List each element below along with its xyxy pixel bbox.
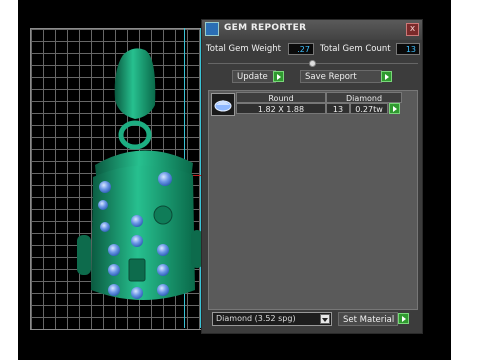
panel-title: GEM REPORTER bbox=[224, 23, 307, 33]
material-select[interactable]: Diamond (3.52 spg) bbox=[212, 312, 332, 326]
center-plate bbox=[128, 258, 146, 282]
title-bar[interactable]: GEM REPORTER x bbox=[202, 20, 422, 40]
gem-table: Round Diamond 1.82 X 1.88 13 0.27tw bbox=[208, 90, 418, 310]
save-report-go-icon[interactable] bbox=[381, 71, 392, 82]
splitter-handle[interactable] bbox=[309, 60, 316, 67]
left-handle bbox=[77, 235, 91, 275]
update-button[interactable]: Update bbox=[232, 70, 276, 83]
total-gem-count-value: 13 bbox=[396, 43, 420, 55]
app-icon bbox=[205, 22, 219, 36]
jump-ring bbox=[118, 120, 152, 150]
update-go-icon[interactable] bbox=[273, 71, 284, 82]
total-gem-count-label: Total Gem Count bbox=[320, 44, 391, 54]
gem bbox=[157, 284, 169, 296]
set-material-button[interactable]: Set Material bbox=[338, 312, 398, 326]
gem bbox=[158, 172, 172, 186]
column-header-shape: Round bbox=[236, 92, 326, 103]
gem bbox=[131, 235, 143, 247]
gem bbox=[157, 264, 169, 276]
gem bbox=[108, 244, 120, 256]
save-report-label: Save Report bbox=[305, 72, 357, 82]
gem bbox=[99, 181, 111, 193]
total-gem-weight-value: .27 bbox=[288, 43, 314, 55]
row-count-cell: 13 bbox=[326, 103, 350, 114]
bail bbox=[114, 48, 156, 120]
total-gem-weight-label: Total Gem Weight bbox=[206, 44, 281, 54]
row-go-icon[interactable] bbox=[389, 103, 400, 114]
set-material-label: Set Material bbox=[343, 315, 395, 325]
update-label: Update bbox=[237, 72, 268, 82]
gem bbox=[131, 215, 143, 227]
round-gem-icon[interactable] bbox=[211, 93, 235, 116]
row-weight-cell: 0.27tw bbox=[350, 103, 388, 114]
column-header-material: Diamond bbox=[326, 92, 402, 103]
gem bbox=[98, 200, 108, 210]
save-report-button[interactable]: Save Report bbox=[300, 70, 382, 83]
gem-reporter-panel: GEM REPORTER x Total Gem Weight .27 Tota… bbox=[201, 19, 423, 334]
emblem bbox=[153, 205, 173, 225]
gem bbox=[131, 287, 143, 299]
chevron-down-icon[interactable] bbox=[320, 314, 330, 324]
close-button[interactable]: x bbox=[406, 23, 419, 36]
gem bbox=[100, 222, 110, 232]
set-material-go-icon[interactable] bbox=[398, 313, 409, 324]
material-select-value: Diamond (3.52 spg) bbox=[216, 314, 296, 323]
row-size-cell: 1.82 X 1.88 bbox=[236, 103, 326, 114]
gem bbox=[108, 284, 120, 296]
gem bbox=[108, 264, 120, 276]
gem bbox=[157, 244, 169, 256]
